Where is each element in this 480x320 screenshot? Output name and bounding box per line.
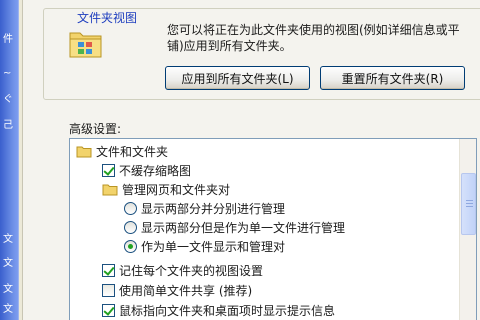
explorer-side-strip: 件 ~ ぐ 己 文 文 文 文 [0,0,19,320]
advanced-settings-list[interactable]: 文件和文件夹 不缓存缩略图 管理网页和文件夹对 显示两部分并分别进行管理 显示两… [69,138,477,320]
strip-text: 文 [3,304,13,315]
option-label: 鼠标指向文件夹和桌面项时显示提示信息 [119,303,336,318]
option-show-manage-single-file[interactable]: 作为单一文件显示和管理对 [124,237,285,255]
option-label: 作为单一文件显示和管理对 [141,239,286,254]
radio-button[interactable] [124,239,137,253]
option-show-both-manage-single[interactable]: 显示两部分但是作为单一文件进行管理 [124,218,345,236]
tree-item-label: 文件和文件夹 [96,144,169,159]
checkbox[interactable] [102,303,115,317]
grip-line [466,203,473,204]
strip-text: 己 [3,120,13,131]
option-simple-file-sharing[interactable]: 使用简单文件共享 (推荐) [102,281,252,299]
grip-line [466,206,473,207]
checkbox[interactable] [102,283,115,297]
scrollbar-thumb[interactable] [461,173,476,235]
option-label: 记住每个文件夹的视图设置 [119,263,264,278]
strip-text: ぐ [3,94,13,105]
strip-text: 文 [3,234,13,245]
radio-button[interactable] [124,220,137,234]
strip-text: ~ [3,68,12,79]
checkbox[interactable] [102,263,115,277]
strip-text: 文 [3,258,13,269]
checkbox[interactable] [102,163,115,177]
folder-view-icon [69,32,102,58]
option-label: 不缓存缩略图 [119,163,192,178]
option-remember-view-settings[interactable]: 记住每个文件夹的视图设置 [102,261,263,279]
grip-line [466,200,473,201]
option-label: 显示两部分并分别进行管理 [141,201,286,216]
apply-to-all-folders-button[interactable]: 应用到所有文件夹(L) [165,66,310,90]
advanced-settings-label: 高级设置: [69,122,122,136]
tree-folder-manage-web-pages: 管理网页和文件夹对 [102,180,230,198]
reset-all-folders-button[interactable]: 重置所有文件夹(R) [320,66,465,90]
option-no-cache-thumbnails[interactable]: 不缓存缩略图 [102,161,191,179]
folder-icon [76,146,92,157]
tree-item-label: 管理网页和文件夹对 [122,182,231,197]
vertical-scrollbar[interactable] [459,139,476,320]
tree-folder-files-and-folders: 文件和文件夹 [76,142,168,160]
option-label: 显示两部分但是作为单一文件进行管理 [141,220,346,235]
option-label: 使用简单文件共享 (推荐) [119,283,253,298]
folder-view-title: 文件夹视图 [74,9,141,26]
option-show-popup-descriptions[interactable]: 鼠标指向文件夹和桌面项时显示提示信息 [102,301,335,319]
folder-options-dialog: 文件夹视图 您可以将正在为此文件夹使用的视图(例如详细信息或平铺)应用到所有文件… [22,0,480,320]
option-show-both-manage-separately[interactable]: 显示两部分并分别进行管理 [124,199,285,217]
strip-text: 件 [3,34,13,45]
strip-text: 文 [3,284,13,295]
radio-button[interactable] [124,201,137,215]
folder-view-description: 您可以将正在为此文件夹使用的视图(例如详细信息或平铺)应用到所有文件夹。 [167,23,460,53]
folder-icon [102,184,118,195]
